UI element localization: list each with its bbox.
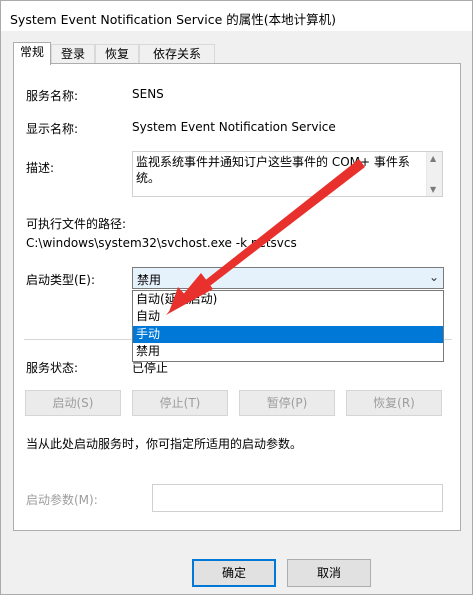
general-panel: 服务名称: SENS 显示名称: System Event Notificati… xyxy=(13,63,461,531)
option-disabled[interactable]: 禁用 xyxy=(133,343,443,360)
option-auto[interactable]: 自动 xyxy=(133,308,443,325)
title-bar: System Event Notification Service 的属性(本地… xyxy=(1,1,472,31)
service-name-label: 服务名称: xyxy=(26,89,79,103)
resume-button[interactable]: 恢复(R) xyxy=(346,390,442,416)
pause-button[interactable]: 暂停(P) xyxy=(239,390,335,416)
description-scrollbar[interactable]: ▲ ▼ xyxy=(426,152,442,196)
scroll-up-icon[interactable]: ▲ xyxy=(430,154,436,163)
startup-type-current: 禁用 xyxy=(137,273,162,287)
description-label: 描述: xyxy=(26,161,55,175)
cancel-button[interactable]: 取消 xyxy=(287,559,371,587)
startup-type-label: 启动类型(E): xyxy=(26,273,95,287)
tab-recovery[interactable]: 恢复 xyxy=(95,44,139,64)
start-params-label: 启动参数(M): xyxy=(26,493,98,507)
scroll-down-icon[interactable]: ▼ xyxy=(430,185,436,194)
chevron-down-icon[interactable]: ⌄ xyxy=(429,270,439,284)
stop-button[interactable]: 停止(T) xyxy=(132,390,228,416)
startup-type-select[interactable]: 禁用 ⌄ xyxy=(132,267,444,289)
exe-path-value: C:\windows\system32\svchost.exe -k netsv… xyxy=(26,236,297,250)
ok-button[interactable]: 确定 xyxy=(192,559,276,587)
start-button[interactable]: 启动(S) xyxy=(25,390,121,416)
window-title: System Event Notification Service 的属性(本地… xyxy=(10,12,336,27)
tab-logon[interactable]: 登录 xyxy=(51,44,95,64)
option-manual[interactable]: 手动 xyxy=(133,326,443,343)
description-box[interactable]: 监视系统事件并通知订户这些事件的 COM+ 事件系统。 ▲ ▼ xyxy=(132,151,443,197)
startup-type-dropdown: 自动(延迟启动) 自动 手动 禁用 xyxy=(132,290,444,362)
description-text: 监视系统事件并通知订户这些事件的 COM+ 事件系统。 xyxy=(136,155,410,185)
service-status-label: 服务状态: xyxy=(26,361,79,375)
start-params-input[interactable] xyxy=(152,484,443,512)
option-auto-delayed[interactable]: 自动(延迟启动) xyxy=(133,291,443,308)
tab-dependencies[interactable]: 依存关系 xyxy=(139,44,215,64)
hint-text: 当从此处启动服务时，你可指定所适用的启动参数。 xyxy=(26,437,303,451)
service-properties-dialog: System Event Notification Service 的属性(本地… xyxy=(0,0,473,595)
tab-general[interactable]: 常规 xyxy=(13,42,51,65)
service-name-value: SENS xyxy=(132,87,164,101)
exe-path-label: 可执行文件的路径: xyxy=(26,217,127,231)
display-name-label: 显示名称: xyxy=(26,122,79,136)
display-name-value: System Event Notification Service xyxy=(132,120,336,134)
